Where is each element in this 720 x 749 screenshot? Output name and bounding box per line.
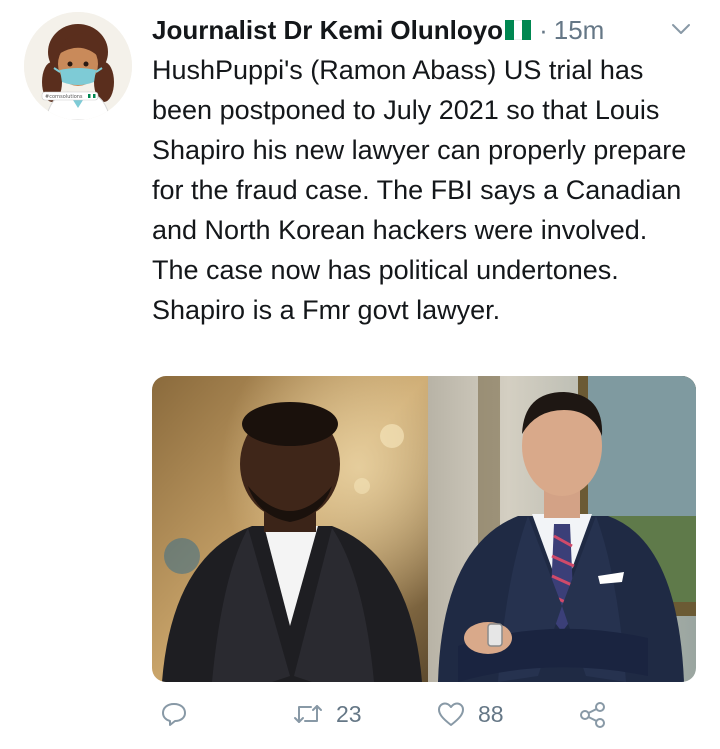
author-name[interactable]: Journalist Dr Kemi Olunloyo [152, 15, 503, 46]
tweet-action-bar: 23 88 [152, 700, 700, 744]
avatar-cartoon-nurse: #cornsolutions [24, 12, 132, 120]
like-button[interactable]: 88 [436, 700, 504, 728]
nigeria-flag-icon [505, 20, 532, 40]
timestamp[interactable]: 15m [554, 15, 605, 46]
chevron-down-icon[interactable] [668, 16, 694, 47]
reply-icon [160, 700, 188, 728]
tweet-media[interactable] [152, 376, 696, 682]
tweet-header: Journalist Dr Kemi Olunloyo · 15m [152, 12, 700, 48]
man-in-navy-suit-photo[interactable] [428, 376, 696, 682]
share-icon [578, 700, 608, 730]
retweet-icon [292, 700, 324, 728]
retweet-count: 23 [336, 700, 362, 727]
tweet-text: HushPuppi's (Ramon Abass) US trial has b… [152, 55, 687, 325]
share-button[interactable] [578, 700, 608, 730]
retweet-button[interactable]: 23 [292, 700, 362, 728]
heart-icon [436, 700, 466, 728]
time-separator: · [539, 14, 548, 45]
man-in-black-tuxedo-photo[interactable] [152, 376, 428, 682]
avatar-banner-text: #cornsolutions [45, 94, 83, 100]
like-count: 88 [478, 700, 504, 727]
avatar[interactable]: #cornsolutions [24, 12, 132, 120]
reply-button[interactable] [160, 700, 188, 728]
